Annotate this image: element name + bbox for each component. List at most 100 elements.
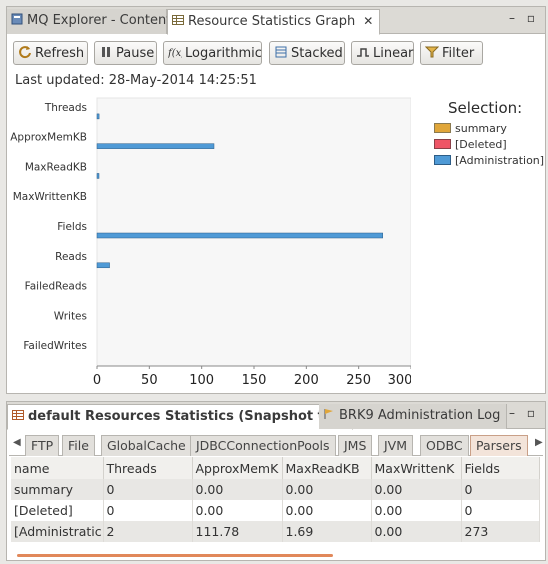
stacked-button[interactable]: Stacked <box>269 41 345 65</box>
table-row[interactable]: [Administratic 2 111.78 1.69 0.00 273 <box>11 521 540 542</box>
x-tick-label: 250 <box>346 373 371 388</box>
legend-title: Selection: <box>448 99 523 117</box>
column-header-fields[interactable]: Fields <box>461 457 540 479</box>
filter-icon <box>425 46 439 58</box>
close-icon[interactable]: ✕ <box>363 14 373 28</box>
subtab-globalcache[interactable]: GlobalCache <box>101 435 192 456</box>
filter-button[interactable]: Filter <box>420 41 483 65</box>
svg-text:f(x): f(x) <box>168 48 182 59</box>
pause-icon <box>102 47 110 57</box>
subtab-file[interactable]: File <box>62 435 95 456</box>
refresh-icon <box>19 46 31 59</box>
bar[interactable] <box>96 232 383 239</box>
x-tick-label: 50 <box>141 373 158 388</box>
category-label: Threads <box>44 102 87 114</box>
table-cell: 0 <box>461 479 540 500</box>
category-label: MaxWrittenKB <box>13 191 87 203</box>
tab-default-resources-statistics[interactable]: default Resources Statistics (Snapshot t… <box>7 404 354 430</box>
x-tick-label: 0 <box>93 373 101 388</box>
legend-item-summary[interactable]: summary <box>434 122 507 135</box>
category-label: Fields <box>57 221 87 233</box>
stacked-icon <box>275 46 287 58</box>
table-icon <box>172 15 184 25</box>
table-cell: 0.00 <box>371 500 462 521</box>
bar[interactable] <box>96 113 100 120</box>
table-cell: 0 <box>103 479 193 500</box>
table-cell: 0.00 <box>371 479 462 500</box>
table-cell: 1.69 <box>282 521 372 542</box>
tab-resource-statistics-graph[interactable]: Resource Statistics Graph ✕ <box>167 9 381 35</box>
subtab-jms[interactable]: JMS <box>338 435 373 456</box>
table-cell: summary <box>11 479 104 500</box>
bar[interactable] <box>96 173 100 179</box>
mq-explorer-icon <box>11 13 23 25</box>
column-header-maxwrittenkb[interactable]: MaxWrittenK <box>371 457 462 479</box>
top-tabbar: MQ Explorer - Content Resource Statistic… <box>7 7 545 35</box>
linear-button[interactable]: Linear <box>351 41 414 65</box>
tab-mq-explorer-content[interactable]: MQ Explorer - Content <box>7 9 171 34</box>
legend-swatch <box>434 155 451 165</box>
table-cell: 0.00 <box>192 500 283 521</box>
table-cell: 2 <box>103 521 193 542</box>
table-cell: 111.78 <box>192 521 283 542</box>
tab-label: MQ Explorer - Content <box>27 13 172 28</box>
statistics-table: name Threads ApproxMemK MaxReadKB MaxWri… <box>11 457 541 542</box>
bar[interactable] <box>96 143 215 149</box>
table-cell: [Deleted] <box>11 500 104 521</box>
last-updated-label: Last updated: 28-May-2014 14:25:51 <box>15 73 257 88</box>
tab-label: Resource Statistics Graph <box>188 14 356 29</box>
x-tick-label: 300 <box>388 373 411 388</box>
column-header-maxreadkb[interactable]: MaxReadKB <box>282 457 372 479</box>
table-cell: 0.00 <box>282 500 372 521</box>
legend-item-deleted[interactable]: [Deleted] <box>434 138 507 151</box>
subtab-jvm[interactable]: JVM <box>378 435 414 456</box>
graph-toolbar: Refresh Pause f(x)Logarithmic Stacked Li… <box>13 41 539 67</box>
table-cell: 0 <box>103 500 193 521</box>
bar[interactable] <box>96 262 110 269</box>
flag-icon <box>324 409 333 419</box>
table-cell: 0 <box>461 500 540 521</box>
x-tick-label: 100 <box>189 373 214 388</box>
linear-icon <box>357 48 369 57</box>
tab-label: BRK9 Administration Log <box>339 408 501 423</box>
legend-swatch <box>434 139 451 149</box>
category-label: FailedReads <box>25 281 87 293</box>
table-row[interactable]: summary 0 0.00 0.00 0.00 0 <box>11 479 540 500</box>
legend-swatch <box>434 123 451 133</box>
category-label: Writes <box>54 310 87 322</box>
resource-type-tabs: ◀ FTP File GlobalCache JDBCConnectionPoo… <box>9 432 543 456</box>
scroll-right-icon[interactable]: ▶ <box>535 437 543 448</box>
tab-administration-log[interactable]: BRK9 Administration Log <box>319 404 508 429</box>
refresh-button[interactable]: Refresh <box>13 41 88 65</box>
column-header-approxmemkb[interactable]: ApproxMemK <box>192 457 283 479</box>
table-cell: [Administratic <box>11 521 104 542</box>
window-controls[interactable]: – ▫ <box>509 406 539 420</box>
subtab-odbc[interactable]: ODBC <box>420 435 469 456</box>
logarithmic-button[interactable]: f(x)Logarithmic <box>163 41 262 65</box>
table-icon <box>12 410 24 420</box>
pause-button[interactable]: Pause <box>94 41 157 65</box>
window-controls[interactable]: – ▫ <box>509 11 539 25</box>
resource-chart: Threads ApproxMemKB MaxReadKB MaxWrittenKB F… <box>9 96 412 392</box>
statistics-pane: default Resources Statistics (Snapshot t… <box>6 401 546 561</box>
horizontal-scrollbar[interactable] <box>17 554 333 557</box>
table-cell: 0.00 <box>192 479 283 500</box>
subtab-parsers[interactable]: Parsers <box>470 435 528 456</box>
category-label: ApproxMemKB <box>10 132 87 144</box>
table-row[interactable]: [Deleted] 0 0.00 0.00 0.00 0 <box>11 500 540 521</box>
x-tick-label: 150 <box>242 373 267 388</box>
legend-item-administration[interactable]: [Administration] <box>434 154 544 167</box>
scroll-left-icon[interactable]: ◀ <box>13 437 21 448</box>
subtab-jdbcconnectionpools[interactable]: JDBCConnectionPools <box>190 435 336 456</box>
function-icon: f(x) <box>168 48 182 59</box>
tab-label: default Resources Statistics (Snapshot t… <box>28 409 329 424</box>
subtab-ftp[interactable]: FTP <box>25 435 60 456</box>
category-label: MaxReadKB <box>25 161 87 173</box>
table-cell: 273 <box>461 521 540 542</box>
table-cell: 0.00 <box>371 521 462 542</box>
column-header-threads[interactable]: Threads <box>103 457 193 479</box>
column-header-name[interactable]: name <box>11 457 104 479</box>
table-cell: 0.00 <box>282 479 372 500</box>
bottom-tabbar: default Resources Statistics (Snapshot t… <box>7 402 545 430</box>
bar-chart: Threads ApproxMemKB MaxReadKB MaxWrittenKB F… <box>10 97 412 388</box>
